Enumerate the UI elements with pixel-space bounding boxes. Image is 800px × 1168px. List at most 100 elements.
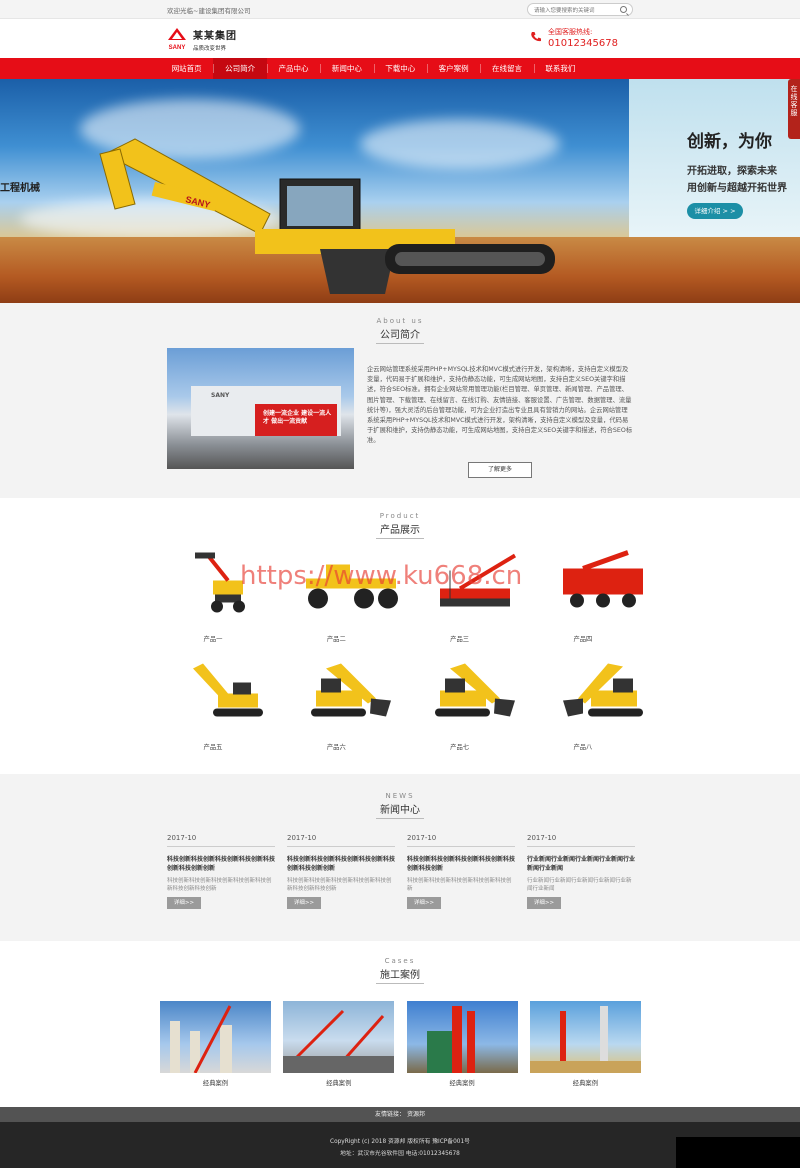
search-box[interactable]: 请输入您要搜索的关键词: [527, 3, 633, 16]
news-title[interactable]: 行业新闻行业新闻行业新闻行业新闻行业新闻行业新闻: [527, 855, 635, 873]
product-image[interactable]: [420, 656, 530, 731]
product-image[interactable]: [173, 656, 283, 731]
case-image[interactable]: [160, 1001, 271, 1073]
banner-line-2: 用创新与超越开拓世界: [687, 183, 787, 194]
nav-item[interactable]: 在线留言: [480, 58, 533, 79]
case-image[interactable]: [406, 1001, 518, 1073]
nav-item[interactable]: 下载中心: [373, 58, 427, 79]
case-image[interactable]: [283, 1001, 395, 1073]
excavator-illustration: SANY: [99, 138, 555, 294]
product-label[interactable]: 产品五: [167, 742, 259, 751]
news-item: 2017-10 科技创新科技创新科技创新科技创新科技创新科技创新创新 科技创新科技创…: [167, 834, 287, 909]
product-image[interactable]: [543, 548, 653, 623]
news-title-cn: 新闻中心: [376, 801, 424, 819]
about-section: About us 公司简介 SANY 创建一流企业 建设一流人才 做出一流贡献 …: [0, 303, 800, 498]
company-logo[interactable]: SANY: [164, 26, 190, 52]
case-card[interactable]: 经典案例: [406, 1001, 530, 1087]
case-card[interactable]: 经典案例: [529, 1001, 653, 1087]
product-label[interactable]: 产品三: [414, 634, 506, 643]
news-desc: 行业新闻行业新闻行业新闻行业新闻行业新闻行业新闻: [527, 878, 632, 892]
case-label[interactable]: 经典案例: [407, 1078, 518, 1087]
cases-title-cn: 施工案例: [376, 966, 424, 984]
nav-item[interactable]: 新闻中心: [320, 58, 373, 79]
nav-item[interactable]: 公司简介: [213, 58, 267, 79]
case-label[interactable]: 经典案例: [530, 1078, 641, 1087]
cases-section: Cases 施工案例 经典案例 经典案例 经典案例 经典案例: [0, 941, 800, 1107]
nav-item[interactable]: 联系我们: [533, 58, 587, 79]
products-title-en: Product: [379, 512, 421, 520]
friend-link-item[interactable]: 资源邦: [407, 1111, 425, 1118]
about-title-cn: 公司简介: [376, 326, 424, 344]
banner-headline: 创新，为你: [687, 132, 772, 152]
product-image[interactable]: [296, 656, 406, 731]
main-nav: 网站首页 公司简介 产品中心 新闻中心 下载中心 客户案例 在线留言 联系我们: [0, 58, 800, 79]
product-card[interactable]: 产品四: [537, 548, 660, 643]
search-icon[interactable]: [620, 6, 627, 13]
products-title-cn: 产品展示: [376, 521, 424, 539]
news-item: 2017-10 科技创新科技创新科技创新科技创新科技创新科技创新 科技创新科技创新科…: [407, 834, 527, 909]
product-card[interactable]: 产品八: [537, 656, 660, 751]
news-detail-button[interactable]: 详细>>: [167, 897, 201, 909]
company-building-image: SANY 创建一流企业 建设一流人才 做出一流贡献: [167, 348, 354, 469]
product-card[interactable]: 产品五: [167, 656, 290, 751]
building-logo: SANY: [211, 392, 230, 399]
building-banner-text: 创建一流企业 建设一流人才 做出一流贡献: [263, 410, 332, 425]
products-title: Product 产品展示: [0, 512, 800, 539]
news-title[interactable]: 科技创新科技创新科技创新科技创新科技创新科技创新创新: [287, 855, 395, 873]
case-grid: 经典案例 经典案例 经典案例 经典案例: [160, 1001, 641, 1087]
banner-panel: 创新，为你 开拓进取，探索未来 用创新与超越开拓世界 详细介绍 > >: [629, 79, 800, 237]
product-label[interactable]: 产品六: [290, 742, 382, 751]
news-item: 2017-10 行业新闻行业新闻行业新闻行业新闻行业新闻行业新闻 行业新闻行业新闻行…: [527, 834, 647, 909]
news-detail-button[interactable]: 详细>>: [527, 897, 561, 909]
news-date: 2017-10: [287, 834, 395, 847]
news-detail-button[interactable]: 详细>>: [407, 897, 441, 909]
banner-line-1: 开拓进取，探索未来: [687, 166, 777, 177]
cases-title-en: Cases: [384, 957, 416, 965]
cases-title: Cases 施工案例: [0, 957, 800, 984]
banner-detail-button[interactable]: 详细介绍 > >: [687, 203, 743, 219]
news-detail-button[interactable]: 详细>>: [287, 897, 321, 909]
logo-text: SANY: [169, 45, 186, 51]
news-title: NEWS 新闻中心: [0, 792, 800, 819]
case-card[interactable]: 经典案例: [283, 1001, 406, 1087]
search-input[interactable]: 请输入您要搜索的关键词: [534, 6, 595, 14]
about-title: About us 公司简介: [0, 317, 800, 344]
product-card[interactable]: 产品六: [290, 656, 413, 751]
products-section: Product 产品展示 产品一 产品二 产品三 产品四产品五 产品六 产品七 产品八: [0, 498, 800, 774]
product-label[interactable]: 产品二: [290, 634, 382, 643]
nav-item[interactable]: 网站首页: [160, 58, 213, 79]
case-label[interactable]: 经典案例: [283, 1078, 394, 1087]
hero-banner[interactable]: SANY 工程机械 创新，为你 开拓进取，探索未来 用创新与超越开拓世界 详细介…: [0, 79, 800, 303]
news-date: 2017-10: [527, 834, 635, 847]
news-desc: 科技创新科技创新科技创新科技创新科技创新: [407, 878, 512, 892]
news-grid: 2017-10 科技创新科技创新科技创新科技创新科技创新科技创新创新 科技创新科技创…: [167, 834, 635, 909]
site-header: SANY 某某集团 品质改变世界 全国客服热线: 01012345678: [0, 19, 800, 58]
case-image[interactable]: [529, 1001, 641, 1073]
welcome-text: 欢迎光临~建设集团有限公司: [167, 7, 251, 15]
brand: 某某集团 品质改变世界: [193, 27, 237, 52]
news-section: NEWS 新闻中心 2017-10 科技创新科技创新科技创新科技创新科技创新科技创…: [0, 774, 800, 941]
about-text: 企云网站管理系统采用PHP+MYSQL技术和MVC模式进行开发，架构清晰，支持自…: [367, 366, 633, 445]
news-title[interactable]: 科技创新科技创新科技创新科技创新科技创新科技创新创新: [167, 855, 275, 873]
case-label[interactable]: 经典案例: [160, 1078, 271, 1087]
product-label[interactable]: 产品四: [537, 634, 629, 643]
news-desc: 科技创新科技创新科技创新科技创新科技创新科技创新科技创新: [167, 878, 272, 892]
brand-name: 某某集团: [193, 31, 237, 42]
nav-item[interactable]: 客户案例: [426, 58, 480, 79]
news-title-en: NEWS: [385, 792, 415, 800]
online-service-tab[interactable]: 在线客服: [788, 79, 800, 139]
brand-slogan: 品质改变世界: [193, 46, 227, 52]
product-card[interactable]: 产品七: [414, 656, 537, 751]
news-title[interactable]: 科技创新科技创新科技创新科技创新科技创新科技创新: [407, 855, 515, 873]
product-image[interactable]: [543, 656, 653, 731]
friend-links-label: 友情链接：: [375, 1111, 406, 1118]
product-label[interactable]: 产品一: [167, 634, 259, 643]
hotline-number: 01012345678: [548, 38, 618, 49]
friend-links: 友情链接： 资源邦: [0, 1107, 800, 1122]
learn-more-button[interactable]: 了解更多: [468, 462, 532, 478]
product-label[interactable]: 产品七: [414, 742, 506, 751]
product-label[interactable]: 产品八: [537, 742, 629, 751]
news-date: 2017-10: [407, 834, 515, 847]
nav-item[interactable]: 产品中心: [266, 58, 320, 79]
case-card[interactable]: 经典案例: [160, 1001, 283, 1087]
